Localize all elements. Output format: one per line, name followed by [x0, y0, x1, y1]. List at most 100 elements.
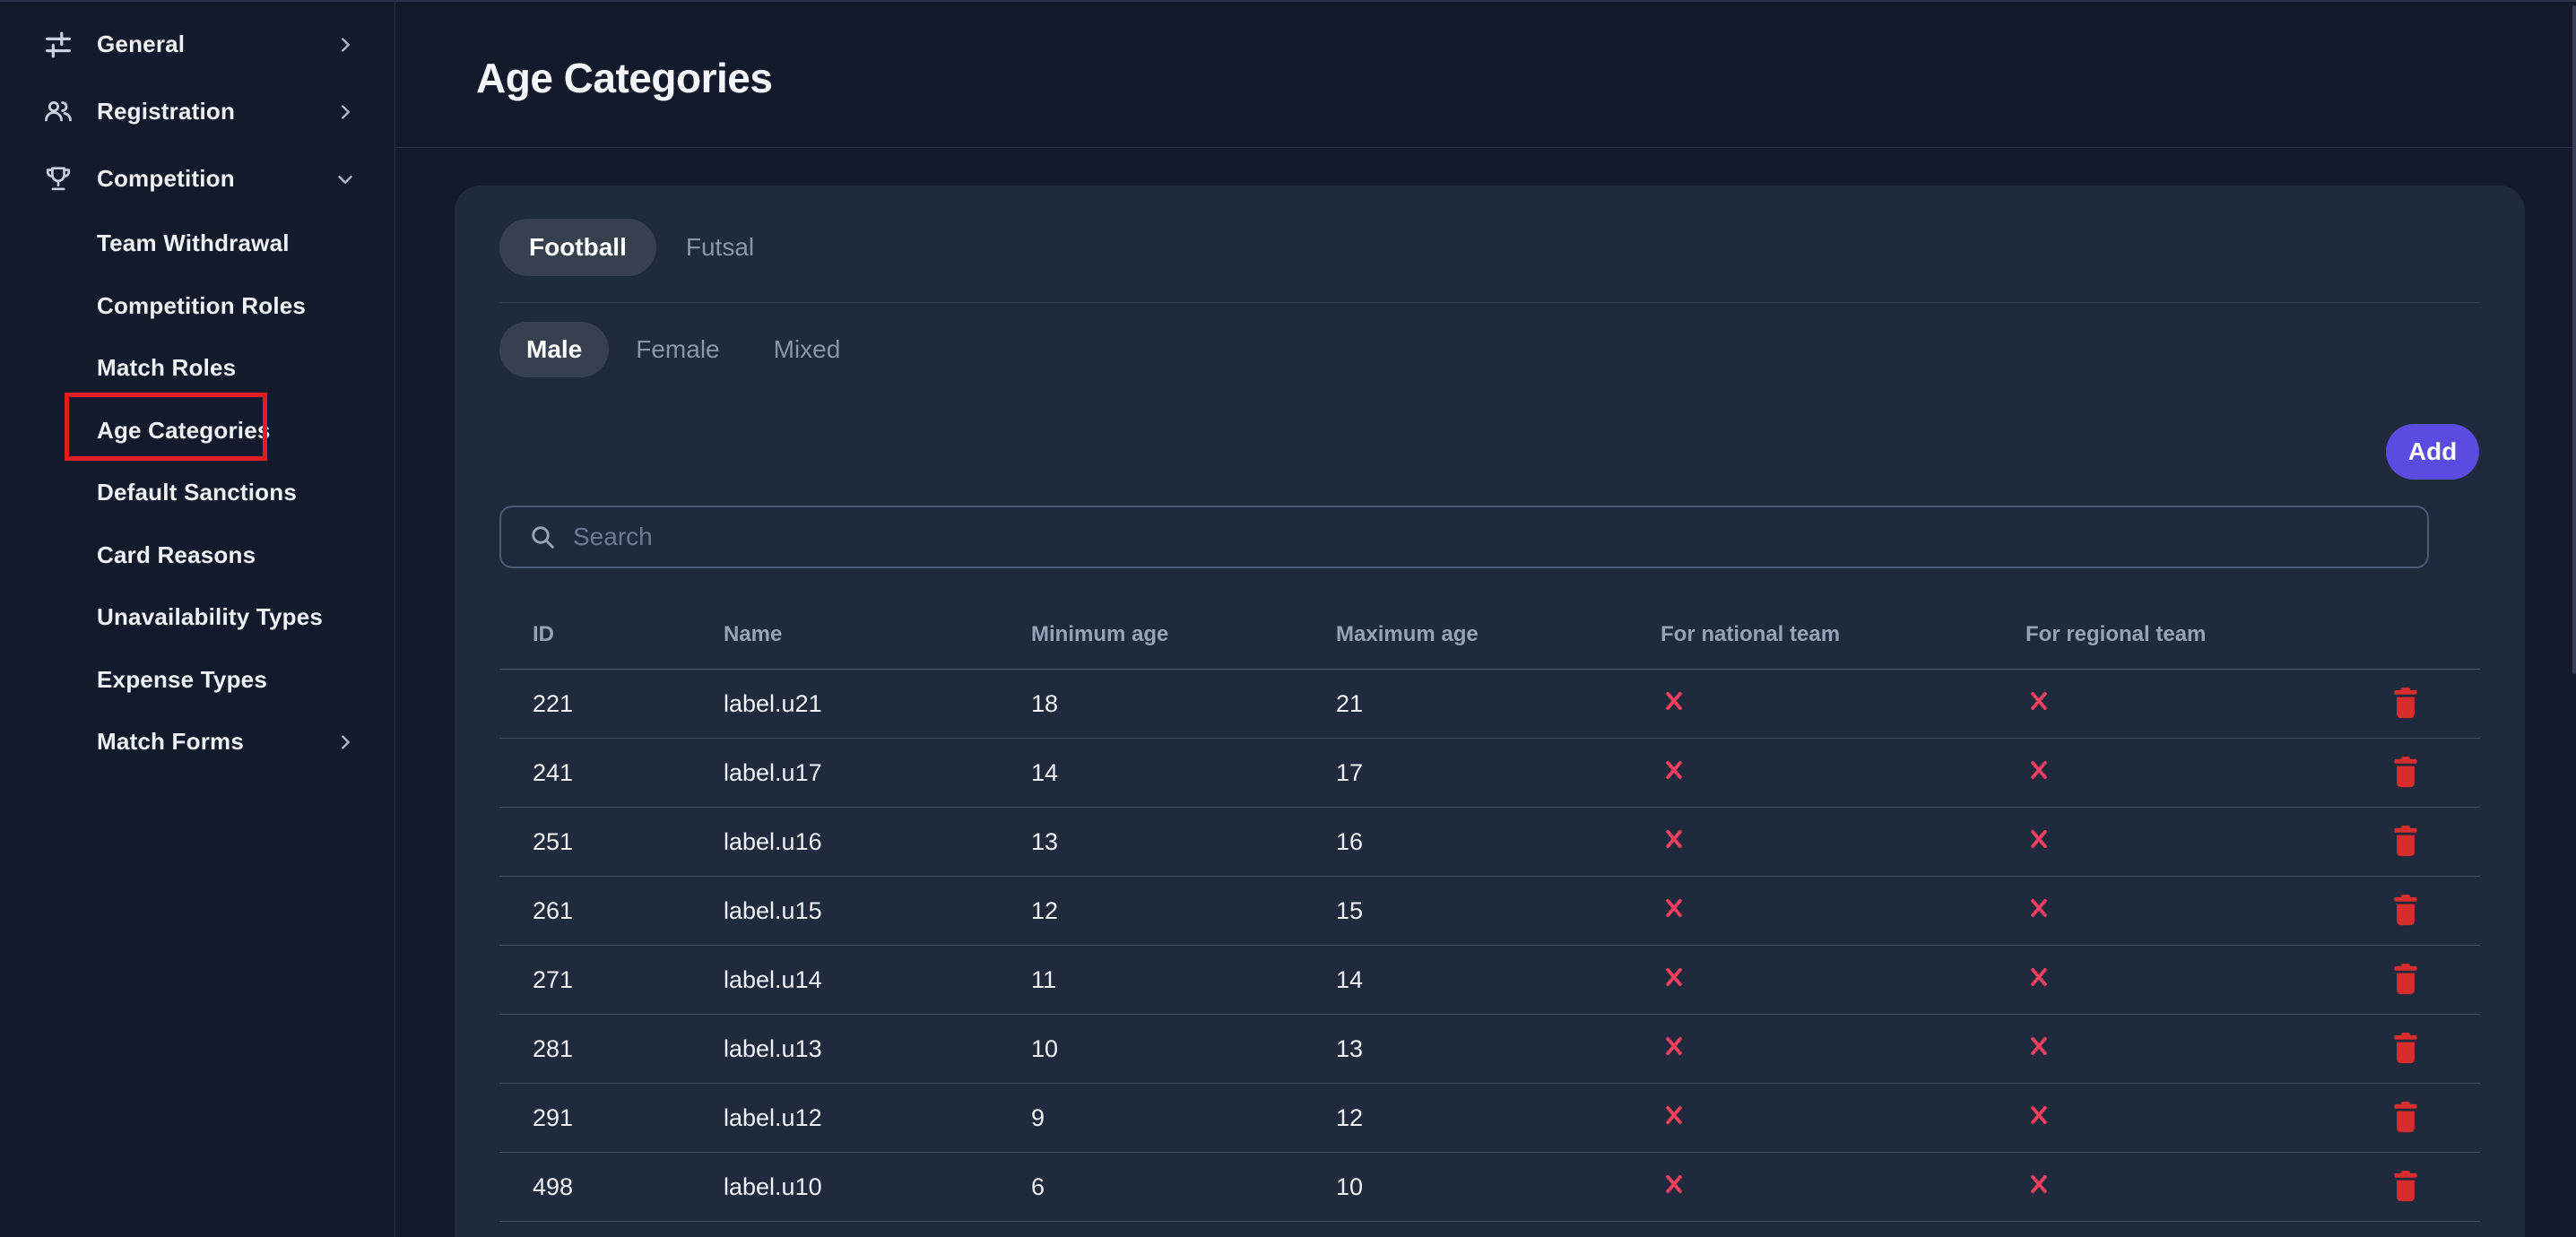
cell-min-age: 13	[1031, 828, 1336, 856]
x-mark-icon	[1661, 1102, 1687, 1135]
trash-icon	[2390, 1031, 2421, 1068]
sidebar-subitem-default-sanctions[interactable]: Default Sanctions	[0, 462, 395, 524]
sidebar-subitem-unavailability-types[interactable]: Unavailability Types	[0, 586, 395, 649]
trash-icon	[2390, 824, 2421, 861]
sidebar-subitem-label: Competition Roles	[97, 292, 306, 320]
cell-name: label.u12	[724, 1104, 1031, 1132]
page-title: Age Categories	[476, 54, 772, 102]
sidebar-subitem-card-reasons[interactable]: Card Reasons	[0, 524, 395, 587]
tab-female[interactable]: Female	[609, 322, 746, 377]
cell-id: 281	[499, 1035, 724, 1063]
cell-national	[1661, 688, 2025, 721]
x-mark-icon	[1661, 757, 1687, 790]
cell-national	[1661, 1033, 2025, 1066]
tab-futsal[interactable]: Futsal	[656, 219, 784, 276]
sidebar-competition-children: Team Withdrawal Competition Roles Match …	[0, 212, 395, 774]
sidebar: General Registration	[0, 0, 395, 1237]
header-divider	[395, 147, 2576, 148]
scrollbar-thumb[interactable]	[2572, 5, 2576, 674]
table-header-row: ID Name Minimum age Maximum age For nati…	[499, 600, 2480, 670]
cell-name: label.u14	[724, 966, 1031, 994]
x-mark-icon	[1661, 1171, 1687, 1204]
cell-name: label.u10	[724, 1173, 1031, 1201]
cell-min-age: 10	[1031, 1035, 1336, 1063]
sidebar-subitem-label: Card Reasons	[97, 541, 256, 569]
x-mark-icon	[1661, 964, 1687, 997]
cell-actions	[2331, 1031, 2480, 1068]
delete-button[interactable]	[2390, 962, 2421, 999]
column-header-min-age: Minimum age	[1031, 622, 1336, 647]
cell-regional	[2025, 964, 2331, 997]
column-header-max-age: Maximum age	[1336, 622, 1661, 647]
cell-actions	[2331, 1100, 2480, 1137]
tab-mixed[interactable]: Mixed	[747, 322, 868, 377]
table-row: 291 label.u12 9 12	[499, 1084, 2480, 1153]
cell-max-age: 12	[1336, 1104, 1661, 1132]
chevron-right-icon	[335, 35, 355, 55]
cell-regional	[2025, 757, 2331, 790]
sidebar-item-registration[interactable]: Registration	[0, 78, 395, 145]
chevron-right-icon	[335, 102, 355, 122]
cell-regional	[2025, 826, 2331, 859]
search-input[interactable]	[573, 523, 2406, 551]
delete-button[interactable]	[2390, 755, 2421, 792]
x-mark-icon	[1661, 895, 1687, 928]
cell-id: 221	[499, 690, 724, 718]
cell-min-age: 6	[1031, 1173, 1336, 1201]
sport-tabs: Football Futsal	[499, 219, 784, 276]
delete-button[interactable]	[2390, 1169, 2421, 1206]
x-mark-icon	[2025, 1102, 2052, 1135]
cell-max-age: 17	[1336, 759, 1661, 787]
sidebar-subitem-expense-types[interactable]: Expense Types	[0, 649, 395, 712]
cell-national	[1661, 964, 2025, 997]
delete-button[interactable]	[2390, 893, 2421, 930]
table-row: 281 label.u13 10 13	[499, 1015, 2480, 1084]
x-mark-icon	[2025, 757, 2052, 790]
gender-tabs: Male Female Mixed	[499, 322, 867, 377]
sidebar-subitem-label: Unavailability Types	[97, 603, 323, 631]
x-mark-icon	[2025, 1171, 2052, 1204]
sidebar-item-competition[interactable]: Competition	[0, 145, 395, 212]
sidebar-subitem-team-withdrawal[interactable]: Team Withdrawal	[0, 212, 395, 275]
sidebar-subitem-competition-roles[interactable]: Competition Roles	[0, 275, 395, 338]
x-mark-icon	[1661, 688, 1687, 721]
cell-max-age: 15	[1336, 897, 1661, 925]
column-header-national: For national team	[1661, 622, 2025, 647]
sidebar-item-label: Registration	[97, 98, 235, 125]
search-icon	[528, 523, 557, 551]
x-mark-icon	[2025, 826, 2052, 859]
cell-id: 271	[499, 966, 724, 994]
add-button[interactable]: Add	[2386, 424, 2479, 480]
delete-button[interactable]	[2390, 1031, 2421, 1068]
sidebar-item-label: Competition	[97, 165, 235, 193]
tab-male[interactable]: Male	[499, 322, 609, 377]
delete-button[interactable]	[2390, 1100, 2421, 1137]
table-row: 251 label.u16 13 16	[499, 808, 2480, 877]
x-mark-icon	[2025, 1033, 2052, 1066]
sidebar-subitem-age-categories[interactable]: Age Categories	[0, 400, 395, 463]
delete-button[interactable]	[2390, 686, 2421, 722]
sidebar-subitem-label: Expense Types	[97, 666, 267, 694]
tabs-divider	[499, 302, 2480, 303]
cell-max-age: 16	[1336, 828, 1661, 856]
tab-football[interactable]: Football	[499, 219, 656, 276]
sidebar-subitem-match-roles[interactable]: Match Roles	[0, 337, 395, 400]
cell-actions	[2331, 755, 2480, 792]
x-mark-icon	[1661, 1033, 1687, 1066]
cell-national	[1661, 826, 2025, 859]
table-row: 241 label.u17 14 17	[499, 739, 2480, 808]
sidebar-item-general[interactable]: General	[0, 11, 395, 78]
cell-min-age: 9	[1031, 1104, 1336, 1132]
cell-min-age: 18	[1031, 690, 1336, 718]
delete-button[interactable]	[2390, 824, 2421, 861]
trash-icon	[2390, 962, 2421, 999]
column-header-id: ID	[499, 622, 724, 647]
cell-max-age: 10	[1336, 1173, 1661, 1201]
sidebar-subitem-label: Match Roles	[97, 354, 236, 382]
cell-regional	[2025, 895, 2331, 928]
cell-id: 241	[499, 759, 724, 787]
cell-name: label.u16	[724, 828, 1031, 856]
trash-icon	[2390, 893, 2421, 930]
cell-id: 291	[499, 1104, 724, 1132]
sidebar-subitem-match-forms[interactable]: Match Forms	[0, 711, 395, 774]
